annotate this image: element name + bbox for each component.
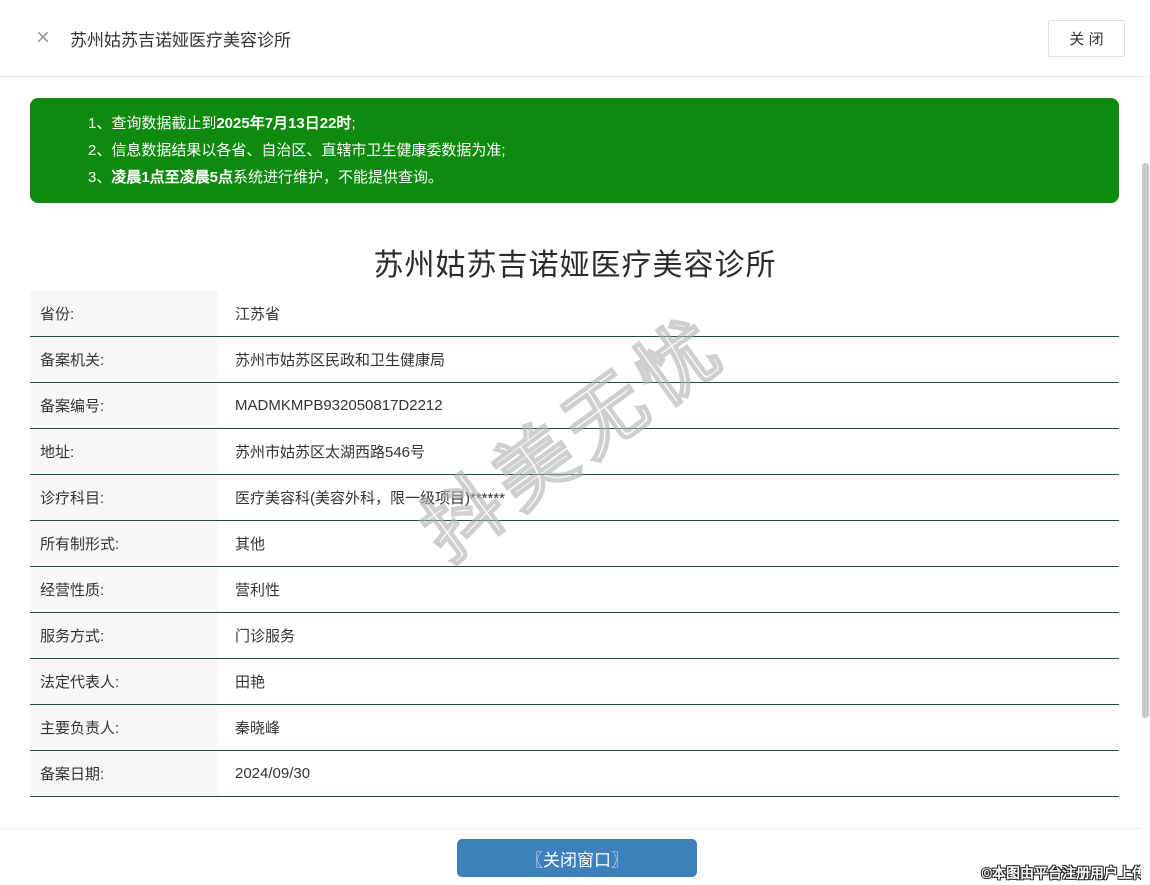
scrollbar-thumb[interactable] [1142,163,1149,718]
row-value: 营利性 [235,582,281,599]
row-value: 门诊服务 [235,628,296,645]
notice-3-text: 3、 [88,169,112,186]
table-row: 诊疗科目: 医疗美容科(美容外科，限一级项目)****** [30,475,1119,521]
row-label: 所有制形式: [30,521,218,566]
row-label: 备案编号: [30,383,218,428]
row-label: 省份: [30,291,218,336]
row-label: 主要负责人: [30,705,218,750]
close-x-icon[interactable]: × [36,26,50,50]
copyright-watermark: ©本图由平台注册用户上传 [981,865,1146,881]
notice-line-2: 2、信息数据结果以各省、自治区、直辖市卫生健康委数据为准; [88,137,1099,164]
row-value: 苏州市姑苏区太湖西路546号 [235,444,426,461]
row-value: 田艳 [235,674,266,691]
row-label: 服务方式: [30,613,218,658]
notice-1-bold: 2025年7月13日22时 [216,115,352,132]
notice-2-text: 2、信息数据结果以各省、自治区、直辖市卫生健康委数据为准; [88,142,506,159]
table-row: 地址: 苏州市姑苏区太湖西路546号 [30,429,1119,475]
table-row: 备案编号: MADMKMPB932050817D2212 [30,383,1119,429]
row-label: 备案机关: [30,337,218,382]
row-label: 备案日期: [30,751,218,796]
table-row: 服务方式: 门诊服务 [30,613,1119,659]
table-row: 经营性质: 营利性 [30,567,1119,613]
table-row: 主要负责人: 秦晓峰 [30,705,1119,751]
row-value: MADMKMPB932050817D2212 [235,397,443,414]
footer-divider [0,828,1150,829]
row-value: 2024/09/30 [235,765,311,782]
notice-line-3: 3、凌晨1点至凌晨5点系统进行维护，不能提供查询。 [88,164,1099,191]
notice-1-tail: ; [351,115,356,132]
notice-1-text: 1、查询数据截止到 [88,115,217,132]
top-bar: × 苏州姑苏吉诺娅医疗美容诊所 关 闭 [0,0,1150,77]
row-value: 其他 [235,536,266,553]
row-value: 江苏省 [235,306,281,323]
row-label: 法定代表人: [30,659,218,704]
table-row: 法定代表人: 田艳 [30,659,1119,705]
row-value: 苏州市姑苏区民政和卫生健康局 [235,352,446,369]
table-row: 所有制形式: 其他 [30,521,1119,567]
row-value: 医疗美容科(美容外科，限一级项目)****** [235,490,506,507]
notice-box: 1、查询数据截止到2025年7月13日22时; 2、信息数据结果以各省、自治区、… [30,98,1119,203]
row-label: 地址: [30,429,218,474]
row-label: 诊疗科目: [30,475,218,520]
record-table: 省份: 江苏省 备案机关: 苏州市姑苏区民政和卫生健康局 备案编号: MADMK… [30,291,1119,797]
notice-3-tail: 系统进行维护，不能提供查询。 [233,169,444,186]
table-row: 省份: 江苏省 [30,291,1119,337]
close-window-button[interactable]: 〖关闭窗口〗 [457,839,697,877]
row-value: 秦晓峰 [235,720,281,737]
notice-line-1: 1、查询数据截止到2025年7月13日22时; [88,110,1099,137]
notice-3-bold: 凌晨1点至凌晨5点 [111,169,234,186]
window-title: 苏州姑苏吉诺娅医疗美容诊所 [70,30,292,50]
table-row: 备案日期: 2024/09/30 [30,751,1119,797]
row-label: 经营性质: [30,567,218,612]
close-button[interactable]: 关 闭 [1048,20,1125,57]
page-title: 苏州姑苏吉诺娅医疗美容诊所 [373,249,777,282]
scrollbar-track[interactable] [1141,78,1150,885]
table-row: 备案机关: 苏州市姑苏区民政和卫生健康局 [30,337,1119,383]
